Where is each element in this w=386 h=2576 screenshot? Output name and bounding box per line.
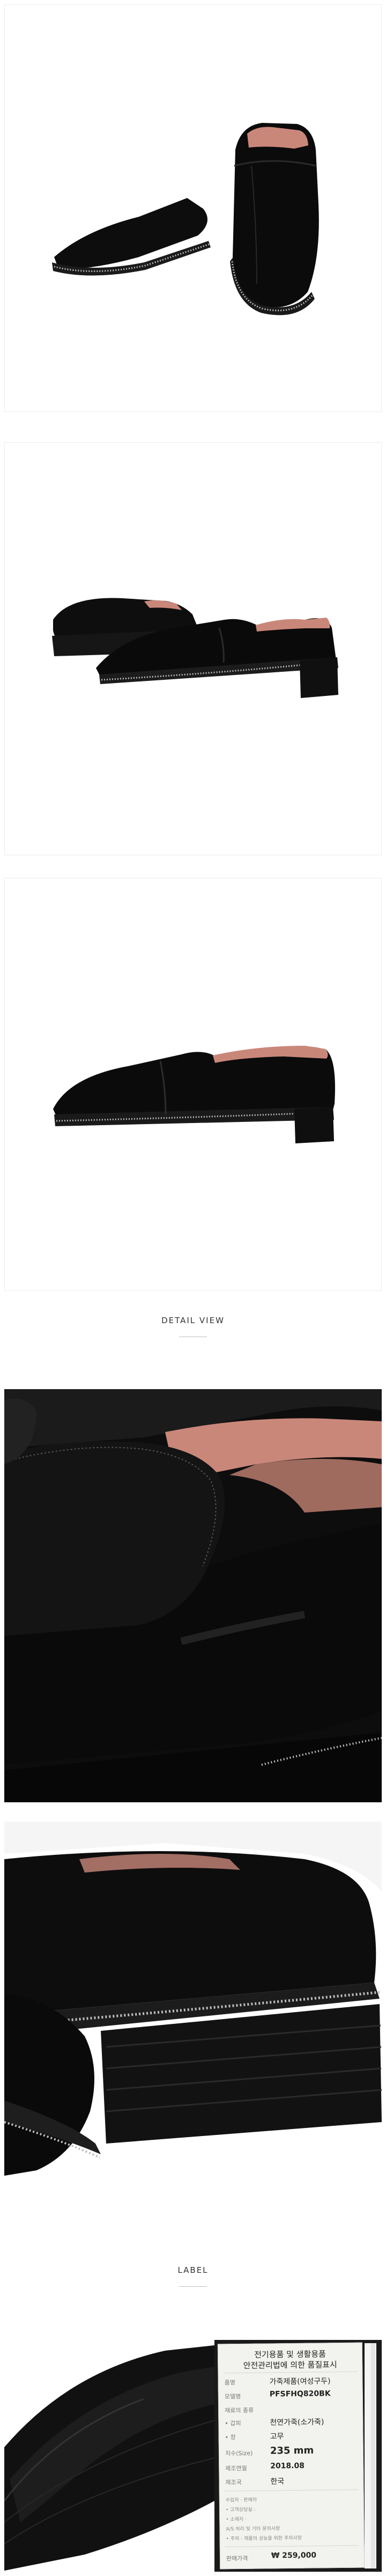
tag-header-line2: 안전관리법에 의한 품질표시 [243, 2360, 337, 2370]
loafer-single-side-image [53, 1046, 335, 1143]
label-heading: LABEL [177, 2265, 209, 2275]
tag-divider [223, 2371, 358, 2374]
product-detail-page: DETAIL VIEW LABEL 전기용품 및 생활용품 안전관리법에 의한 … [0, 0, 386, 2576]
tag-row-value: 가죽제품(여성구두) [269, 2377, 331, 2387]
product-photo-pair-side [4, 442, 382, 855]
tag-small-line: • 소재지 · [226, 2516, 247, 2523]
tag-row-label: • 갑피 [225, 2419, 241, 2427]
label-photo-tag: 전기용품 및 생활용품 안전관리법에 의한 품질표시 품명 가죽제품(여성구두)… [214, 2340, 382, 2572]
tag-row-value: 고무 [270, 2432, 284, 2441]
tag-row-label: 품명 [224, 2379, 235, 2387]
sole-closeup-image [4, 2340, 214, 2572]
tag-row-value: PFSFHQ820BK [269, 2389, 331, 2399]
tag-row-value: 천연가죽(소가죽) [270, 2418, 324, 2427]
label-photo-sole [4, 2340, 214, 2572]
tag-row-label: • 창 [225, 2434, 236, 2441]
tag-row-label: 제조국 [225, 2478, 242, 2486]
product-photo-single-side [4, 878, 382, 1291]
tag-small-line: A/S 처리 및 기타 문의사항 [226, 2526, 280, 2533]
tag-divider [225, 2545, 359, 2548]
tag-divider [224, 2489, 359, 2492]
vamp-closeup-image [4, 1389, 382, 1802]
tag-small-line: • 주의 : 제품의 성능을 위한 주의사항 [226, 2535, 302, 2542]
product-photo-pair-angle [4, 4, 382, 412]
loafer-pair-image [52, 123, 319, 315]
tag-row-value: 한국 [270, 2477, 285, 2486]
tag-price-label: 판매가격 [226, 2555, 248, 2563]
tag-row-value: 235 mm [270, 2445, 314, 2457]
quality-label-card: 전기용품 및 생활용품 안전관리법에 의한 품질표시 품명 가죽제품(여성구두)… [217, 2342, 365, 2570]
tag-small-line: 수입자 · 판매자 [225, 2497, 257, 2504]
tag-row-label: 제조연월 [225, 2464, 247, 2472]
tag-row-label: 모델명 [224, 2392, 241, 2401]
tag-row-label: 재료의 종류 [225, 2406, 254, 2414]
tag-price-value: ₩ 259,000 [271, 2551, 317, 2560]
tag-row-label: 치수(Size) [225, 2449, 253, 2457]
tag-small-line: • 고객상담실 : [226, 2507, 256, 2513]
tag-row-value: 2018.08 [270, 2461, 305, 2471]
label-divider [179, 2286, 207, 2287]
detail-view-heading: DETAIL VIEW [161, 1316, 225, 1325]
tag-edge-strip-shadow [371, 2343, 375, 2568]
detail-photo-vamp [4, 1389, 382, 1802]
heel-closeup-image [4, 1822, 382, 2235]
detail-photo-heel [4, 1822, 382, 2235]
loafer-pair-side-image [52, 598, 338, 698]
